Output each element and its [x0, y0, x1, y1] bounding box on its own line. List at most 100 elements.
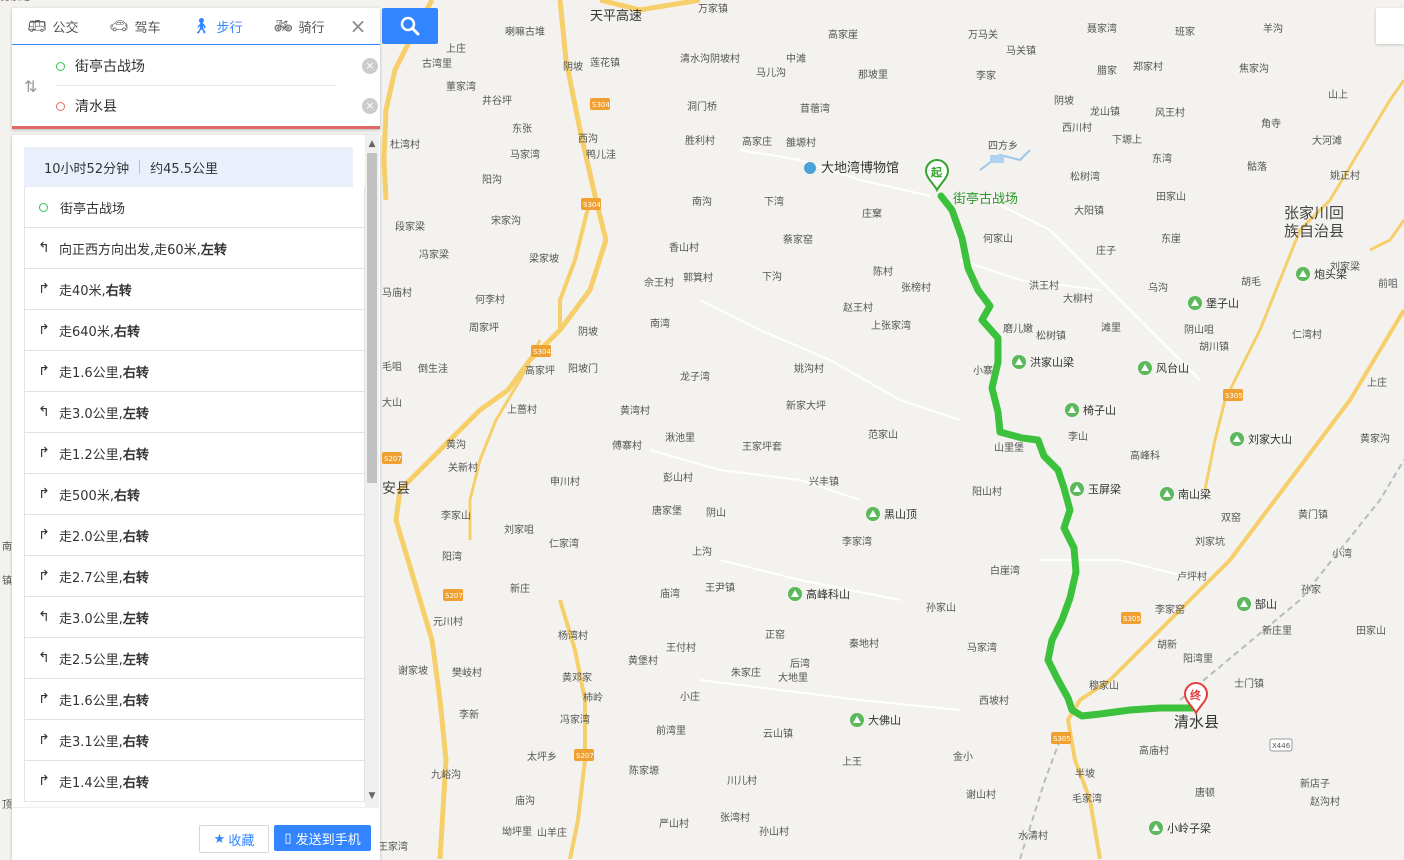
map-label: 磨儿嫩 [1003, 322, 1033, 335]
map-label: 角寺 [1261, 118, 1281, 130]
route-step[interactable]: ↱ 走1.6公里, 右转 [24, 351, 365, 392]
turn-right-icon: ↱ [38, 486, 50, 502]
peak-label: 椅子山 [1083, 403, 1116, 417]
road-shield: S207 [574, 749, 594, 761]
map-label: 穆家山 [1089, 679, 1119, 692]
tab-bus[interactable]: 🚌︎ 公交 [12, 8, 94, 44]
map-label: 那坡里 [858, 68, 888, 81]
map-label: 上庄 [446, 42, 466, 55]
turn-left-icon: ↰ [38, 609, 50, 625]
map-label: 新店子 [1300, 777, 1330, 790]
scroll-thumb[interactable] [367, 153, 377, 483]
map-label: 雒塬村 [786, 136, 816, 149]
map-label: 田家山 [1156, 190, 1186, 203]
route-step[interactable]: ↰ 走2.5公里, 左转 [24, 638, 365, 679]
start-input[interactable]: 街亭古战场 × [56, 47, 378, 86]
route-step[interactable]: ↱ 走40米, 右转 [24, 269, 365, 310]
step-action: 左转 [122, 611, 149, 627]
map-label: 山羊庄 [537, 826, 567, 839]
route-step[interactable]: ↱ 走1.6公里, 右转 [24, 679, 365, 720]
tab-walk[interactable]: 🚶︎ 步行 [176, 8, 258, 44]
route-step[interactable]: ↱ 走1.4公里, 右转 [24, 761, 365, 802]
map-label: 黄湾村 [620, 404, 650, 417]
route-step[interactable]: 街亭古战场 [24, 187, 365, 228]
map-label: 中滩 [786, 52, 806, 65]
map-label-end: 清水县 [1174, 713, 1219, 731]
peak-label: 风台山 [1156, 361, 1189, 375]
tab-bike[interactable]: 🚲︎ 骑行 [258, 8, 340, 44]
route-step[interactable]: ↱ 走1.2公里, 右转 [24, 433, 365, 474]
map-label: 庙湾 [660, 587, 680, 600]
map-label: 高家坪 [525, 364, 555, 377]
map-label: 王尹镇 [705, 581, 735, 594]
svg-text:终: 终 [1190, 688, 1202, 702]
turn-right-icon: ↱ [38, 732, 50, 748]
map-label: 宋家沟 [491, 214, 521, 227]
mountain-peak: 刘家大山 [1230, 432, 1292, 446]
star-icon: ★ [213, 831, 226, 847]
map-label: 高家崖 [828, 28, 858, 41]
map-label: 姚正村 [1330, 169, 1360, 182]
turn-right-icon: ↱ [38, 445, 50, 461]
map-label: 胡新 [1157, 638, 1177, 651]
route-step[interactable]: ↱ 走500米, 右转 [24, 474, 365, 515]
peak-label: 小岭子梁 [1167, 821, 1211, 835]
swap-icon[interactable]: ⇅ [24, 77, 37, 96]
map-label: 王付村 [666, 641, 696, 654]
map-label: 兴丰镇 [809, 475, 839, 488]
tab-drive[interactable]: 🚗︎ 驾车 [94, 8, 176, 44]
map-label: 卢坪村 [1177, 570, 1207, 583]
scroll-up-icon[interactable]: ▲ [367, 139, 377, 149]
map-label: 冯家湾 [560, 713, 590, 726]
map-label: 上庄 [1367, 376, 1387, 389]
scroll-down-icon[interactable]: ▼ [367, 791, 377, 801]
map-label: 滩里 [1101, 321, 1121, 334]
peak-label: 高峰科山 [806, 587, 850, 601]
map-label: 唐家堡 [652, 504, 682, 517]
route-step[interactable]: ↱ 走2.0公里, 右转 [24, 515, 365, 556]
map-label-poi: 大地湾博物馆 [821, 160, 899, 176]
end-input[interactable]: 清水县 × [56, 87, 378, 125]
map-label: 正窑 [765, 628, 785, 641]
step-action: 右转 [122, 529, 149, 545]
map-label: 南湾 [650, 317, 670, 330]
map-label: 鸭儿洼 [586, 148, 616, 161]
map-label: 倒生洼 [418, 362, 448, 375]
close-icon[interactable]: × [348, 16, 368, 36]
route-step[interactable]: ↰ 走3.0公里, 左转 [24, 597, 365, 638]
start-dot-icon [39, 202, 48, 212]
send-to-phone-button[interactable]: ▯ 发送到手机 [274, 825, 371, 851]
svg-text:起: 起 [930, 165, 943, 179]
route-summary[interactable]: 10小时52分钟 约45.5公里 [24, 147, 353, 187]
map-label: 蔡家窑 [783, 233, 813, 246]
clear-start-icon[interactable]: × [362, 58, 378, 74]
map-label: 杜湾村 [390, 138, 420, 151]
map-label: 山上 [1328, 89, 1348, 101]
map-control-widget[interactable] [1376, 8, 1404, 44]
map-label: 王家坪套 [742, 440, 782, 453]
map-label: 梁家坡 [529, 252, 559, 265]
route-step[interactable]: ↱ 走3.1公里, 右转 [24, 720, 365, 761]
turn-right-icon: ↱ [38, 568, 50, 584]
route-inputs: ⇅ 街亭古战场 × 清水县 × [12, 45, 380, 125]
search-icon [400, 16, 420, 36]
map-label: 陈村 [873, 265, 893, 278]
map-label: 冯家梁 [419, 248, 449, 261]
route-step[interactable]: ↰ 向正西方向出发,走60米, 左转 [24, 228, 365, 269]
map-label: 万家镇 [698, 2, 728, 15]
map-label: 马家湾 [510, 148, 540, 161]
peak-label: 刘家大山 [1248, 432, 1292, 446]
step-action: 右转 [113, 488, 140, 504]
mountain-peak: 椅子山 [1065, 403, 1116, 417]
scrollbar[interactable]: ▲ ▼ [365, 135, 379, 807]
favorite-button[interactable]: ★ 收藏 [199, 825, 269, 853]
clear-end-icon[interactable]: × [362, 98, 378, 114]
mountain-peak: 小岭子梁 [1149, 821, 1211, 835]
route-step[interactable]: ↱ 走2.7公里, 右转 [24, 556, 365, 597]
map-label: 安县 [382, 481, 410, 497]
route-step[interactable]: ↱ 走640米, 右转 [24, 310, 365, 351]
map-label: 喇嘛古堆 [505, 25, 545, 38]
search-button[interactable] [382, 8, 438, 44]
map-label: 南 [2, 540, 12, 553]
route-step[interactable]: ↰ 走3.0公里, 左转 [24, 392, 365, 433]
